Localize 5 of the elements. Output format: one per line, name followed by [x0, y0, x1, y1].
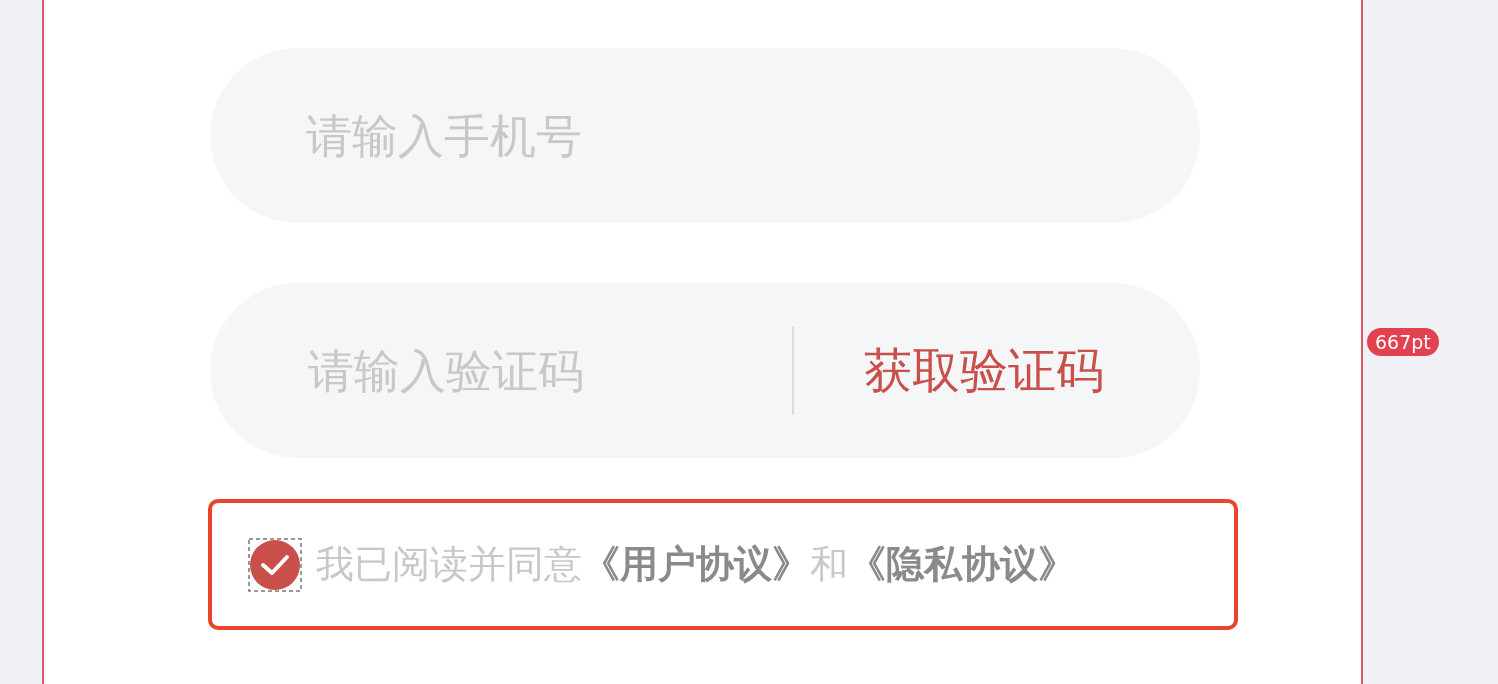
agreement-link[interactable]: 《用户协议》 — [582, 542, 810, 586]
checkbox[interactable] — [248, 537, 302, 592]
agreement-link[interactable]: 《隐私协议》 — [848, 542, 1076, 586]
get-code-button[interactable]: 获取验证码 — [864, 338, 1104, 403]
height-badge: 667pt — [1367, 328, 1439, 356]
